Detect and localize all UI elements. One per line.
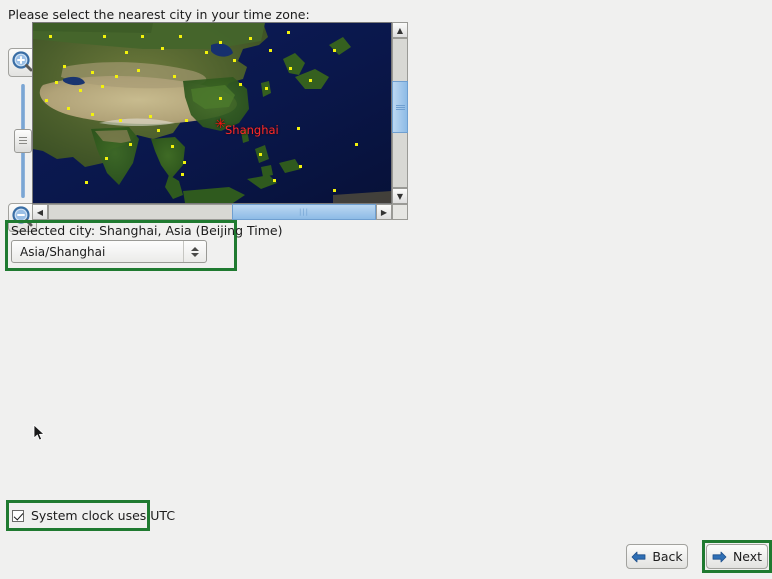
scroll-left-button[interactable]: ◀ bbox=[32, 204, 48, 220]
scrollbar-corner bbox=[392, 204, 408, 220]
hscrollbar-grip: ||| bbox=[298, 208, 310, 216]
map-viewport[interactable]: ✳ Shanghai bbox=[32, 22, 392, 204]
utc-checkbox-label: System clock uses UTC bbox=[31, 508, 176, 523]
next-button-label: Next bbox=[732, 549, 763, 564]
chevron-left-icon: ◀ bbox=[36, 207, 44, 217]
vscrollbar-thumb[interactable] bbox=[392, 81, 408, 133]
zoom-slider-thumb[interactable] bbox=[14, 129, 32, 153]
map-vertical-scrollbar[interactable]: ▲ ▼ bbox=[392, 22, 408, 204]
timezone-select[interactable]: Asia/Shanghai bbox=[11, 240, 207, 263]
selected-city-label: Selected city: Shanghai, Asia (Beijing T… bbox=[11, 223, 283, 238]
utc-checkbox[interactable] bbox=[12, 509, 24, 522]
mouse-cursor bbox=[33, 424, 45, 441]
scroll-right-button[interactable]: ▶ bbox=[376, 204, 392, 220]
arrow-right-icon bbox=[712, 551, 727, 563]
world-map-image[interactable] bbox=[33, 23, 391, 203]
utc-checkbox-row[interactable]: System clock uses UTC bbox=[12, 508, 175, 523]
scroll-down-button[interactable]: ▼ bbox=[392, 188, 408, 204]
back-button-label: Back bbox=[652, 549, 683, 564]
map-horizontal-scrollbar[interactable]: ◀ ||| ▶ bbox=[32, 204, 408, 220]
scroll-up-button[interactable]: ▲ bbox=[392, 22, 408, 38]
selected-city-map-label: Shanghai bbox=[225, 123, 279, 137]
arrow-left-icon bbox=[631, 551, 646, 563]
back-button[interactable]: Back bbox=[626, 544, 688, 569]
select-chevrons-icon bbox=[183, 241, 206, 262]
chevron-up-icon: ▲ bbox=[396, 25, 404, 35]
timezone-select-value: Asia/Shanghai bbox=[20, 245, 106, 259]
timezone-map-widget[interactable]: ✳ Shanghai ▲ ▼ ◀ ||| ▶ bbox=[0, 22, 412, 232]
hscrollbar-thumb[interactable]: ||| bbox=[232, 204, 376, 220]
page-title: Please select the nearest city in your t… bbox=[8, 7, 310, 22]
next-button[interactable]: Next bbox=[706, 544, 768, 569]
chevron-right-icon: ▶ bbox=[380, 207, 388, 217]
chevron-down-icon: ▼ bbox=[396, 191, 404, 201]
